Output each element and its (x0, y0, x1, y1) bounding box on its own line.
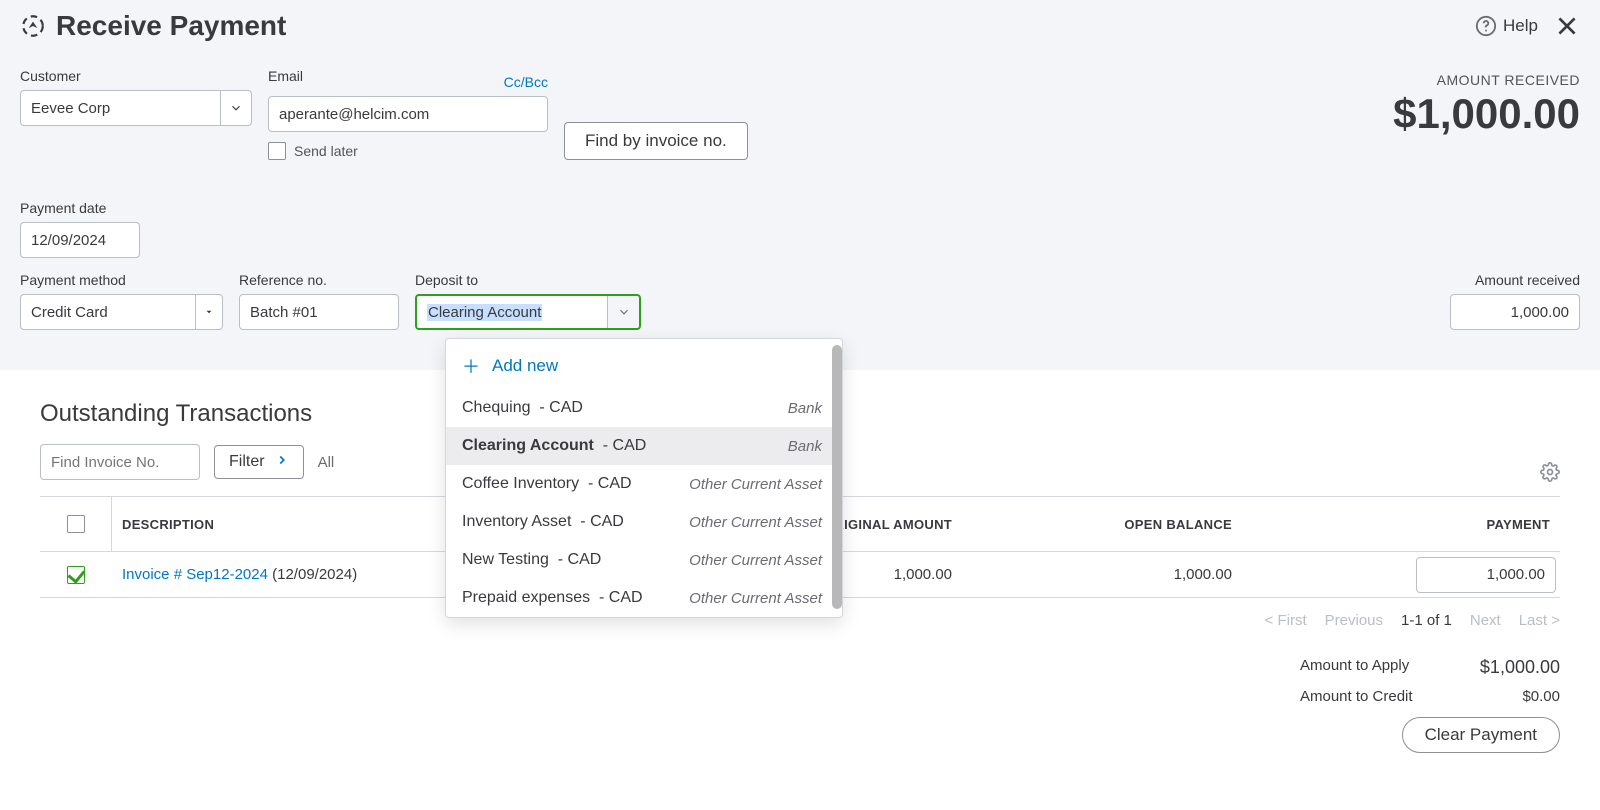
deposit-to-dropdown-button[interactable] (607, 296, 639, 328)
find-invoice-input[interactable] (40, 444, 200, 480)
dropdown-option-coffee-inventory[interactable]: Coffee Inventory - CAD Other Current Ass… (446, 465, 842, 503)
page-header: Receive Payment Help (20, 10, 1580, 42)
help-icon (1475, 15, 1497, 37)
send-later-checkbox[interactable] (268, 142, 286, 160)
row-open: 1,000.00 (952, 566, 1232, 583)
reference-label: Reference no. (239, 272, 399, 288)
table-settings-button[interactable] (1540, 462, 1560, 487)
payment-date-label: Payment date (20, 200, 140, 216)
deposit-to-input[interactable]: Clearing Account (417, 296, 607, 328)
filter-all-label: All (318, 454, 335, 471)
help-label: Help (1503, 16, 1538, 36)
reference-input[interactable] (239, 294, 399, 330)
customer-label: Customer (20, 68, 252, 84)
ccbcc-link[interactable]: Cc/Bcc (504, 74, 548, 90)
payment-method-input[interactable] (20, 294, 195, 330)
dropdown-add-new-label: Add new (492, 356, 558, 376)
filter-button[interactable]: Filter (214, 445, 304, 479)
close-button[interactable] (1554, 13, 1580, 39)
help-button[interactable]: Help (1475, 15, 1538, 37)
payment-method-dropdown-button[interactable] (195, 294, 223, 330)
dropdown-add-new[interactable]: ＋ Add new (446, 339, 842, 389)
email-input[interactable] (268, 96, 548, 132)
totals: Amount to Apply $1,000.00 Amount to Cred… (40, 657, 1560, 705)
dropdown-option-new-testing[interactable]: New Testing - CAD Other Current Asset (446, 541, 842, 579)
deposit-to-value: Clearing Account (427, 304, 542, 321)
send-later-label: Send later (294, 143, 358, 159)
dropdown-option-chequing[interactable]: Chequing - CAD Bank (446, 389, 842, 427)
select-all-checkbox[interactable] (67, 515, 85, 533)
payment-date-input[interactable] (20, 222, 140, 258)
amount-to-credit-label: Amount to Credit (1300, 688, 1413, 705)
deposit-to-dropdown: ＋ Add new Chequing - CAD Bank Clearing A… (445, 338, 843, 618)
row-checkbox[interactable] (67, 566, 85, 584)
email-label: Email (268, 68, 303, 84)
pager-next[interactable]: Next (1470, 612, 1501, 629)
amount-received-input[interactable] (1450, 294, 1580, 330)
clear-payment-button[interactable]: Clear Payment (1402, 717, 1560, 753)
amount-to-apply-value: $1,000.00 (1480, 657, 1560, 678)
pager-range: 1-1 of 1 (1401, 612, 1452, 629)
col-payment: PAYMENT (1232, 517, 1560, 532)
chevron-right-icon (275, 453, 289, 472)
receive-payment-icon (20, 13, 46, 39)
page-title: Receive Payment (56, 10, 286, 42)
pager-last[interactable]: Last > (1519, 612, 1560, 629)
invoice-link[interactable]: Invoice # Sep12-2024 (122, 566, 268, 583)
dropdown-option-prepaid-expenses[interactable]: Prepaid expenses - CAD Other Current Ass… (446, 579, 842, 617)
pager-first[interactable]: < First (1265, 612, 1307, 629)
dropdown-option-inventory-asset[interactable]: Inventory Asset - CAD Other Current Asse… (446, 503, 842, 541)
filter-label: Filter (229, 453, 265, 471)
amount-received-field-label: Amount received (1450, 272, 1580, 288)
deposit-to-label: Deposit to (415, 272, 641, 288)
find-by-invoice-button[interactable]: Find by invoice no. (564, 122, 748, 160)
customer-input[interactable] (20, 90, 220, 126)
col-open: OPEN BALANCE (952, 517, 1232, 532)
payment-method-label: Payment method (20, 272, 223, 288)
invoice-date: (12/09/2024) (272, 566, 357, 583)
plus-icon: ＋ (462, 353, 480, 379)
amount-to-apply-label: Amount to Apply (1300, 657, 1409, 678)
pager-prev[interactable]: Previous (1325, 612, 1383, 629)
row-payment-input[interactable] (1416, 557, 1556, 593)
dropdown-option-clearing-account[interactable]: Clearing Account - CAD Bank (446, 427, 842, 465)
customer-dropdown-button[interactable] (220, 90, 252, 126)
amount-to-credit-value: $0.00 (1522, 688, 1560, 705)
